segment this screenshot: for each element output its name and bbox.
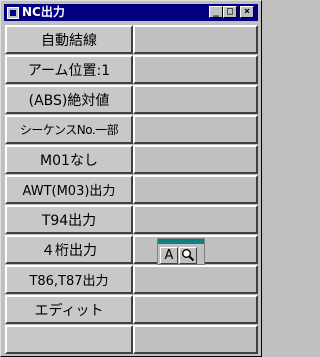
- awt-m03-output-button[interactable]: AWT(M03)出力: [5, 175, 133, 204]
- magnifier-icon[interactable]: [179, 247, 197, 264]
- magnifier-icon-glyph: [182, 249, 195, 262]
- t86-t87-output-button[interactable]: T86,T87出力: [5, 265, 133, 294]
- option-row: エディット: [5, 295, 258, 325]
- option-row: T94出力: [5, 205, 258, 235]
- option-grid: 自動結線 アーム位置:1 (ABS)絶対値 シーケンスNo.一部 M01なし A…: [5, 25, 258, 356]
- option-value-cell[interactable]: [133, 205, 258, 234]
- empty-option-button[interactable]: [5, 325, 133, 354]
- option-value-cell[interactable]: [133, 55, 258, 84]
- text-a-icon[interactable]: A: [160, 247, 178, 264]
- option-value-cell[interactable]: [133, 325, 258, 354]
- option-row: [5, 325, 258, 355]
- option-row: シーケンスNo.一部: [5, 115, 258, 145]
- option-row: T86,T87出力: [5, 265, 258, 295]
- option-row: AWT(M03)出力: [5, 175, 258, 205]
- option-value-cell[interactable]: [133, 265, 258, 294]
- window-icon[interactable]: [7, 7, 19, 19]
- window-title: NC出力: [22, 5, 65, 19]
- option-value-cell[interactable]: [133, 175, 258, 204]
- arm-position-button[interactable]: アーム位置:1: [5, 55, 133, 84]
- auto-wiring-button[interactable]: 自動結線: [5, 25, 133, 54]
- option-row: ４桁出力: [5, 235, 258, 265]
- minimize-button[interactable]: _: [209, 6, 223, 18]
- option-value-cell[interactable]: [133, 145, 258, 174]
- option-row: 自動結線: [5, 25, 258, 55]
- title-bar[interactable]: NC出力 _ □ ×: [4, 4, 258, 21]
- close-button[interactable]: ×: [240, 6, 254, 18]
- option-value-cell[interactable]: [133, 295, 258, 324]
- nc-output-window: NC出力 _ □ × 自動結線 アーム位置:1 (ABS)絶対値 シーケンスNo…: [0, 0, 262, 357]
- m01-none-button[interactable]: M01なし: [5, 145, 133, 174]
- option-row: (ABS)絶対値: [5, 85, 258, 115]
- maximize-button[interactable]: □: [223, 6, 237, 18]
- option-row: アーム位置:1: [5, 55, 258, 85]
- floating-mini-toolbar[interactable]: A: [157, 238, 205, 265]
- option-value-cell[interactable]: [133, 85, 258, 114]
- option-value-cell[interactable]: [133, 25, 258, 54]
- mini-toolbar-drag-handle[interactable]: [158, 239, 204, 244]
- edit-button[interactable]: エディット: [5, 295, 133, 324]
- option-value-cell[interactable]: [133, 115, 258, 144]
- abs-absolute-button[interactable]: (ABS)絶対値: [5, 85, 133, 114]
- option-row: M01なし: [5, 145, 258, 175]
- four-digit-output-button[interactable]: ４桁出力: [5, 235, 133, 264]
- t94-output-button[interactable]: T94出力: [5, 205, 133, 234]
- sequence-number-button[interactable]: シーケンスNo.一部: [5, 115, 133, 144]
